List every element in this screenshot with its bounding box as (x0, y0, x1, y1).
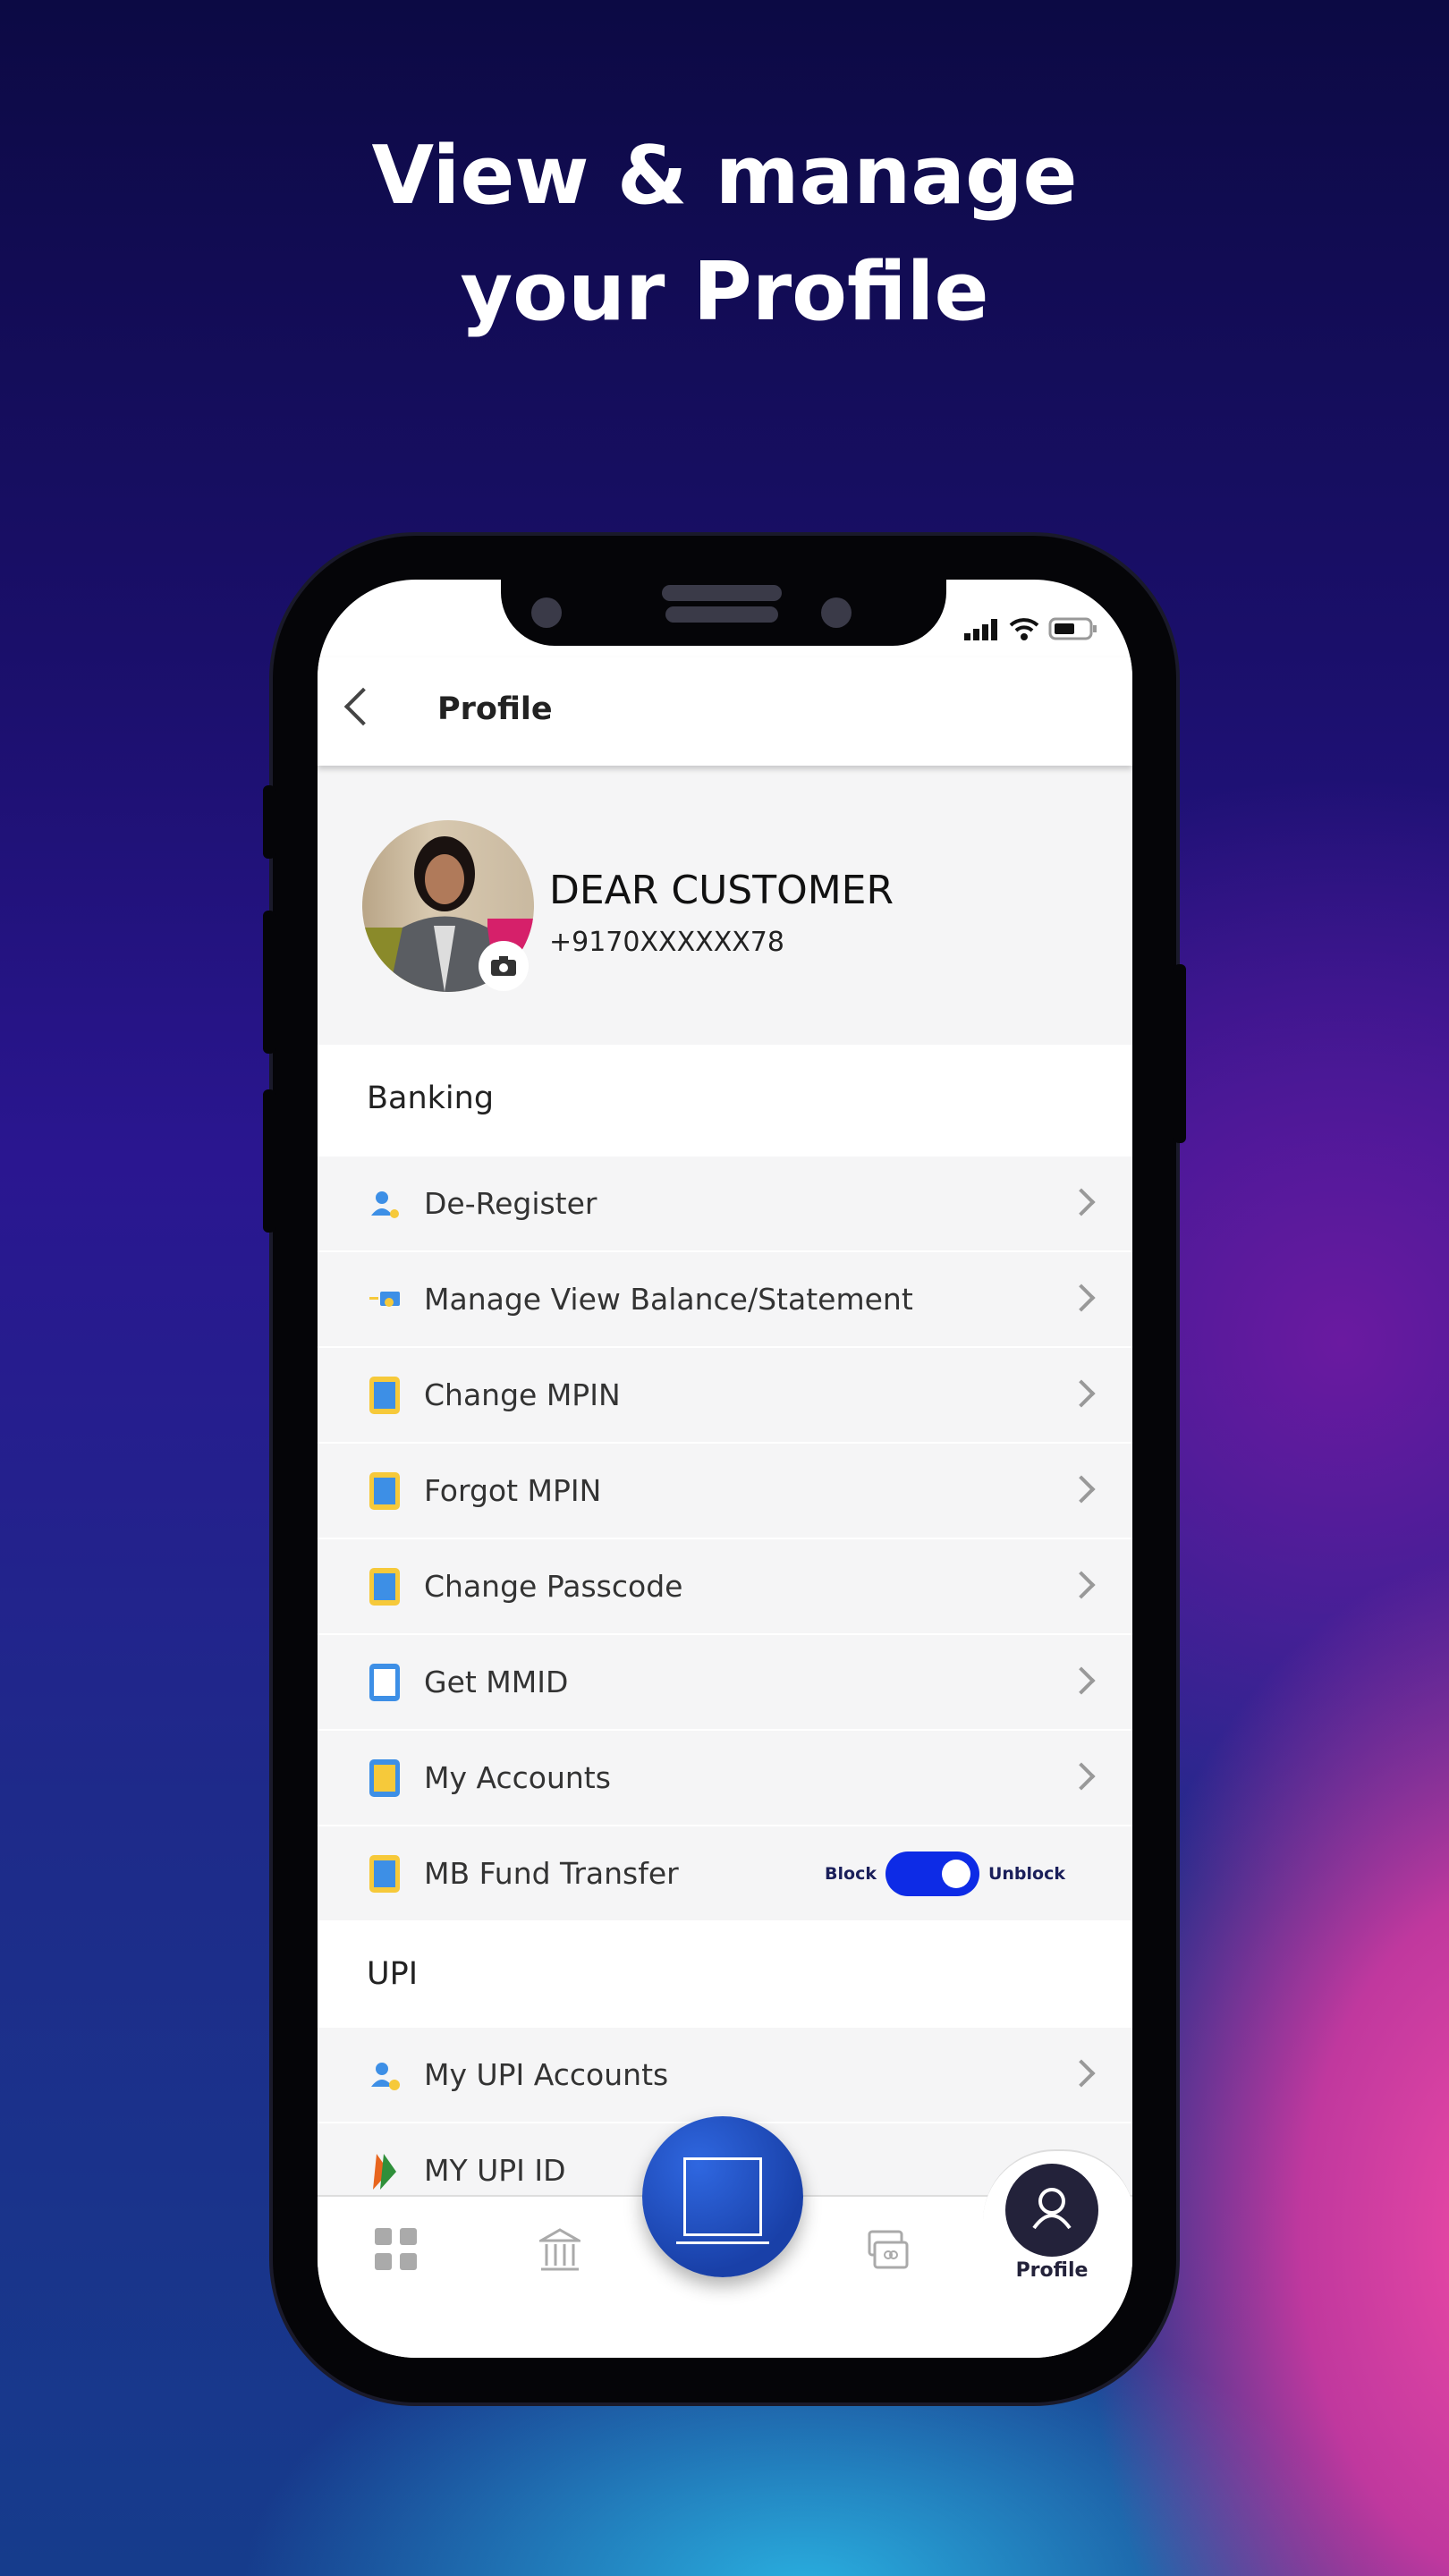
section-upi: UPI (318, 1920, 1132, 2029)
menu-item-de-register[interactable]: De-Register (318, 1157, 1132, 1250)
menu-item-label: My Accounts (424, 1760, 611, 1795)
menu-item-label: MY UPI ID (424, 2153, 566, 2188)
phone-passcode-icon (369, 1568, 400, 1606)
menu-item-label: Forgot MPIN (424, 1473, 602, 1508)
chevron-right-icon (1067, 1571, 1096, 1599)
menu-item-label: My UPI Accounts (424, 2057, 669, 2092)
menu-item-manage-view-balance[interactable]: Manage View Balance/Statement (318, 1252, 1132, 1346)
customer-phone: +9170XXXXXX78 (549, 927, 784, 958)
app-screen: Profile DEAR CUSTOMER +9170XXXXXX78 Bank… (318, 580, 1132, 2358)
wifi-icon (1009, 618, 1039, 640)
headline-line-1: View & manage (371, 129, 1078, 223)
sensor-dot (821, 597, 852, 628)
camera-icon (491, 956, 516, 976)
chevron-right-icon (1067, 1188, 1096, 1216)
user-remove-icon (371, 1191, 399, 1218)
menu-item-get-mmid[interactable]: Get MMID (318, 1635, 1132, 1729)
phone-block-icon (369, 1855, 400, 1893)
section-banking: Banking (318, 1045, 1132, 1154)
toggle-label-unblock: Unblock (987, 1864, 1065, 1884)
scan-frame-icon (683, 2157, 762, 2236)
menu-item-my-accounts[interactable]: My Accounts (318, 1731, 1132, 1825)
menu-item-label: De-Register (424, 1186, 597, 1221)
signal-icon (964, 619, 997, 640)
section-title: Banking (367, 1080, 495, 1116)
battery-icon (1048, 617, 1097, 640)
balance-card-icon (369, 1292, 400, 1307)
chevron-right-icon (1067, 1284, 1096, 1312)
chevron-right-icon (1067, 1379, 1096, 1408)
customer-name: DEAR CUSTOMER (549, 868, 894, 913)
headline: View & manage your Profile (0, 118, 1449, 351)
nav-profile-button[interactable] (1005, 2164, 1098, 2257)
menu-item-change-mpin[interactable]: Change MPIN (318, 1348, 1132, 1442)
upi-user-icon (371, 2063, 400, 2090)
profile-card: DEAR CUSTOMER +9170XXXXXX78 (318, 766, 1132, 1045)
camera-dot (531, 597, 562, 628)
headline-line-2: your Profile (460, 245, 989, 339)
chevron-right-icon (1067, 1762, 1096, 1791)
bhim-upi-icon (373, 2154, 396, 2190)
nav-dashboard-icon[interactable] (375, 2228, 418, 2271)
fund-transfer-toggle[interactable] (885, 1852, 979, 1896)
phone-bank-icon (369, 1759, 400, 1797)
chevron-right-icon (1067, 2059, 1096, 2088)
volume-up-button (263, 911, 275, 1054)
phone-mpin-icon (369, 1377, 400, 1414)
block-toggle-group: Block Unblock (825, 1852, 1065, 1896)
notch (501, 580, 946, 646)
mute-switch (263, 785, 275, 859)
menu-item-mb-fund-transfer: MB Fund Transfer Block Unblock (318, 1826, 1132, 1920)
menu-item-change-passcode[interactable]: Change Passcode (318, 1539, 1132, 1633)
menu-item-label: Change MPIN (424, 1377, 621, 1412)
volume-down-button (263, 1089, 275, 1233)
menu-item-label: Get MMID (424, 1665, 569, 1699)
menu-item-forgot-mpin[interactable]: Forgot MPIN (318, 1444, 1132, 1538)
phone-user-icon (369, 1664, 400, 1701)
menu-item-my-upi-accounts[interactable]: My UPI Accounts (318, 2028, 1132, 2122)
chevron-right-icon (1067, 1666, 1096, 1695)
user-icon (1032, 2188, 1072, 2230)
toggle-label-block: Block (825, 1864, 877, 1884)
app-header: Profile (318, 657, 1132, 766)
speaker (662, 585, 782, 601)
change-photo-button[interactable] (479, 941, 529, 991)
menu-item-label: MB Fund Transfer (424, 1856, 679, 1891)
power-button (1174, 964, 1186, 1143)
chevron-right-icon (1067, 1475, 1096, 1504)
phone-question-icon (369, 1472, 400, 1510)
nav-bank-icon[interactable] (539, 2228, 580, 2273)
nav-profile-label: Profile (1015, 2259, 1089, 2282)
back-button[interactable] (343, 687, 383, 726)
page-title: Profile (437, 691, 553, 727)
status-bar (964, 617, 1098, 640)
speaker (665, 606, 778, 623)
menu-item-label: Manage View Balance/Statement (424, 1282, 913, 1317)
scan-qr-button[interactable] (642, 2116, 803, 2277)
section-title: UPI (367, 1956, 419, 1992)
nav-cards-icon[interactable] (868, 2228, 909, 2271)
menu-item-label: Change Passcode (424, 1569, 683, 1604)
